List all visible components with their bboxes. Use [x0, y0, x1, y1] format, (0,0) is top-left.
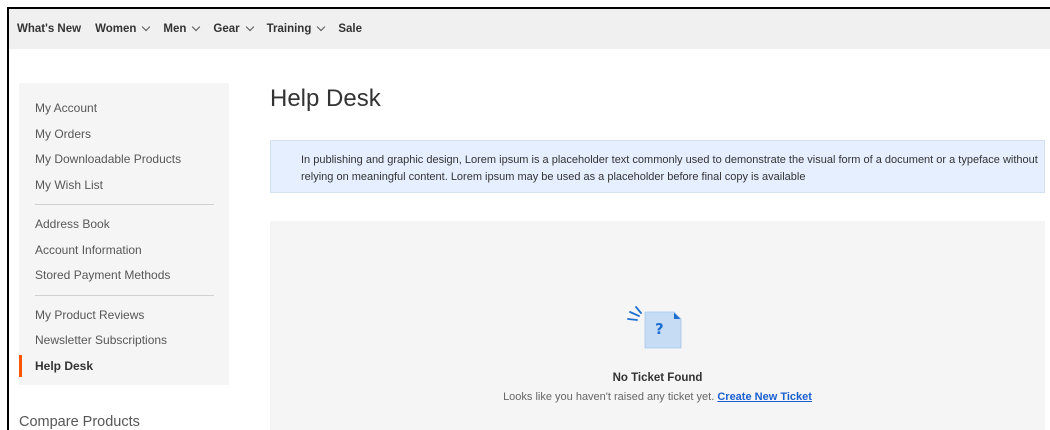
- nav-label: Women: [95, 23, 137, 35]
- empty-state-message: Looks like you haven't raised any ticket…: [270, 391, 1045, 403]
- nav-label: What's New: [17, 23, 82, 35]
- sidebar-divider: [35, 204, 214, 205]
- nav-whats-new[interactable]: What's New: [17, 23, 81, 35]
- sidebar-item-wish-list[interactable]: My Wish List: [19, 173, 229, 199]
- sidebar-divider: [35, 294, 214, 296]
- page-frame: What's New Women Men Gear Training Sale …: [7, 7, 1050, 430]
- empty-state-text: Looks like you haven't raised any ticket…: [503, 391, 715, 403]
- account-sidebar: My Account My Orders My Downloadable Pro…: [19, 83, 229, 385]
- sidebar-item-help-desk[interactable]: Help Desk: [19, 354, 229, 380]
- nav-label: Men: [163, 23, 187, 35]
- empty-state-panel: ? No Ticket Found Looks like you haven't…: [270, 221, 1045, 430]
- nav-label: Training: [266, 23, 312, 35]
- svg-text:?: ?: [655, 320, 664, 338]
- sidebar-item-my-account[interactable]: My Account: [19, 96, 229, 122]
- empty-state-title: No Ticket Found: [612, 372, 703, 384]
- compare-products-heading: Compare Products: [19, 414, 140, 430]
- sidebar-item-stored-payment-methods[interactable]: Stored Payment Methods: [19, 263, 229, 289]
- sidebar-item-downloadable-products[interactable]: My Downloadable Products: [19, 147, 229, 173]
- ticket-question-icon: ?: [627, 306, 682, 349]
- chevron-down-icon: [192, 22, 201, 32]
- chevron-down-icon: [245, 22, 254, 32]
- create-new-ticket-link[interactable]: Create New Ticket: [717, 391, 812, 403]
- chevron-down-icon: [142, 22, 151, 32]
- page-title: Help Desk: [270, 85, 381, 112]
- nav-training[interactable]: Training: [266, 22, 326, 35]
- nav-men[interactable]: Men: [163, 22, 201, 35]
- top-navigation: What's New Women Men Gear Training Sale: [9, 9, 1050, 49]
- sidebar-item-product-reviews[interactable]: My Product Reviews: [19, 303, 229, 329]
- sidebar-item-address-book[interactable]: Address Book: [19, 212, 229, 238]
- chevron-down-icon: [317, 22, 326, 32]
- nav-women[interactable]: Women: [95, 22, 151, 35]
- sidebar-item-newsletter-subscriptions[interactable]: Newsletter Subscriptions: [19, 328, 229, 354]
- nav-sale[interactable]: Sale: [338, 23, 362, 35]
- sidebar-item-my-orders[interactable]: My Orders: [19, 122, 229, 148]
- nav-label: Gear: [213, 23, 240, 35]
- sidebar-item-account-information[interactable]: Account Information: [19, 238, 229, 264]
- nav-gear[interactable]: Gear: [213, 22, 254, 35]
- nav-label: Sale: [338, 23, 363, 35]
- info-notice: In publishing and graphic design, Lorem …: [270, 140, 1045, 193]
